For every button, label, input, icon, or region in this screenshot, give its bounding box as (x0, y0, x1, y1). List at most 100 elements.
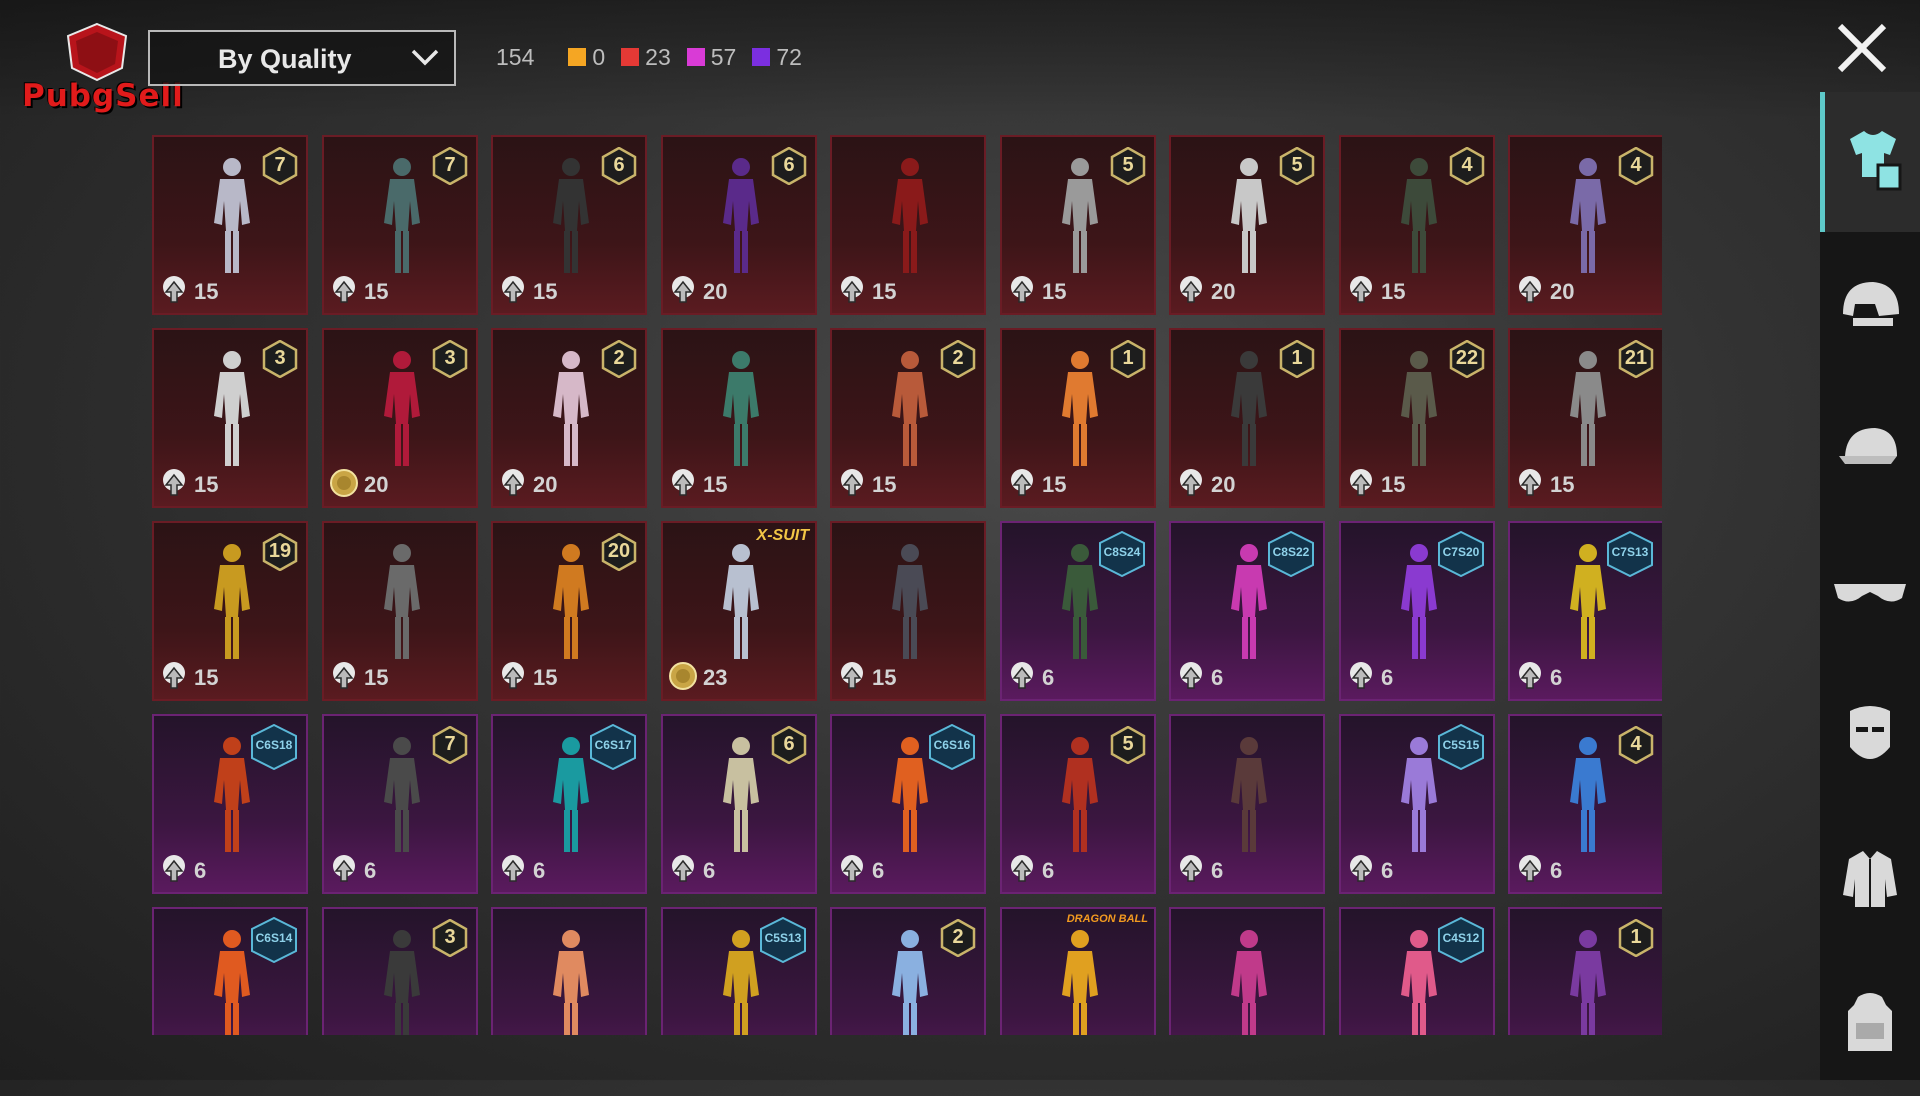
outfit-card[interactable]: 2 (830, 907, 986, 1035)
level-badge-text: 5 (1122, 154, 1134, 176)
outfit-card[interactable]: 15 (830, 135, 986, 315)
outfit-card[interactable]: C6S16 6 (830, 714, 986, 894)
sidebar-item-helmet[interactable] (1820, 236, 1920, 376)
outfit-card[interactable]: 5 15 (1000, 135, 1156, 315)
total-count: 154 (496, 43, 535, 70)
outfit-card[interactable]: 4 20 (1508, 135, 1662, 315)
level-badge: 6 (601, 146, 637, 186)
level-badge-text: 1 (1630, 926, 1642, 948)
coin-icon (667, 660, 699, 697)
upgrade-cost: 15 (158, 661, 218, 695)
sidebar-item-outfit[interactable] (1820, 92, 1920, 232)
rarity-count: 0 (568, 44, 605, 71)
upgrade-cost: 15 (328, 275, 388, 309)
outfit-card[interactable]: DRAGON BALL (1000, 907, 1156, 1035)
sidebar-item-backpack[interactable] (1820, 956, 1920, 1096)
sidebar-item-mask[interactable] (1820, 668, 1920, 808)
upgrade-cost: 6 (1345, 661, 1393, 695)
outfit-card[interactable]: 6 (1169, 714, 1325, 894)
outfit-card[interactable]: 22 15 (1339, 328, 1495, 508)
upgrade-cost: 20 (1175, 468, 1235, 502)
outfit-card[interactable]: 2 15 (830, 328, 986, 508)
outfit-card[interactable]: C7S13 6 (1508, 521, 1662, 701)
level-badge-text: 6 (783, 733, 795, 755)
upgrade-cost: 15 (158, 275, 218, 309)
level-badge-text: 3 (444, 347, 456, 369)
level-badge-text: 2 (613, 347, 625, 369)
outfit-card[interactable]: 76 (322, 714, 478, 894)
outfit-card[interactable]: 20 15 (491, 521, 647, 701)
sidebar-item-jacket[interactable] (1820, 812, 1920, 952)
close-icon[interactable] (1834, 20, 1890, 76)
outfit-card[interactable]: C5S13 (661, 907, 817, 1035)
upgrade-cost-value: 23 (703, 665, 728, 690)
level-badge-text: 7 (444, 154, 456, 176)
upgrade-material-icon (836, 274, 868, 311)
outfit-card[interactable]: 3 15 (152, 328, 308, 508)
season-badge-text: C5S13 (764, 931, 802, 945)
outfit-card[interactable]: 1 (1508, 907, 1662, 1035)
outfit-card[interactable]: 6 20 (661, 135, 817, 315)
level-badge: 4 (1449, 146, 1485, 186)
outfit-card[interactable]: 7 15 (322, 135, 478, 315)
outfit-card[interactable]: 4 15 (1339, 135, 1495, 315)
outfit-card[interactable]: 66 (661, 714, 817, 894)
rarity-counts: 154 0 23 57 72 (496, 42, 818, 72)
rarity-swatch (686, 48, 705, 66)
outfit-card[interactable]: C6S17 6 (491, 714, 647, 894)
outfit-card[interactable]: 5 20 (1169, 135, 1325, 315)
outfit-card[interactable]: C4S12 (1339, 907, 1495, 1035)
outfit-card[interactable]: C5S15 6 (1339, 714, 1495, 894)
outfit-card[interactable]: 6 15 (491, 135, 647, 315)
level-badge-text: 2 (952, 347, 964, 369)
outfit-card[interactable]: X-SUIT 23 (661, 521, 817, 701)
outfit-card[interactable]: C7S20 6 (1339, 521, 1495, 701)
outfit-card[interactable] (491, 907, 647, 1035)
outfit-card[interactable]: C8S24 6 (1000, 521, 1156, 701)
outfit-card[interactable]: 1 15 (1000, 328, 1156, 508)
upgrade-cost-value: 15 (533, 665, 558, 690)
outfit-card[interactable]: 19 15 (152, 521, 308, 701)
xsuit-badge: X-SUIT (756, 527, 809, 544)
outfit-card[interactable]: 7 15 (152, 135, 308, 315)
upgrade-cost: 20 (1175, 275, 1235, 309)
outfit-card[interactable]: C8S22 6 (1169, 521, 1325, 701)
level-badge: 5 (1110, 725, 1146, 765)
upgrade-cost-value: 15 (194, 472, 219, 497)
upgrade-cost-value: 6 (1042, 665, 1055, 690)
outfit-card[interactable]: 3 (322, 907, 478, 1035)
outfit-card[interactable]: 1 20 (1169, 328, 1325, 508)
level-badge: 1 (1110, 339, 1146, 379)
upgrade-cost: 15 (836, 661, 896, 695)
outfit-card[interactable]: 15 (322, 521, 478, 701)
upgrade-cost-value: 6 (1042, 858, 1055, 883)
outfit-card[interactable]: C6S14 (152, 907, 308, 1035)
sidebar-item-glasses[interactable] (1820, 524, 1920, 664)
outfit-card[interactable]: 15 (830, 521, 986, 701)
upgrade-material-icon (1006, 467, 1038, 504)
outfit-card[interactable]: 56 (1000, 714, 1156, 894)
outfit-card[interactable]: 15 (661, 328, 817, 508)
upgrade-material-icon (158, 467, 190, 504)
sidebar-item-cap[interactable] (1820, 380, 1920, 520)
season-badge-text: C7S20 (1442, 545, 1480, 559)
outfit-card[interactable]: 2 20 (491, 328, 647, 508)
outfit-card[interactable]: 21 15 (1508, 328, 1662, 508)
glasses-icon (1830, 572, 1910, 617)
season-badge-text: C6S18 (255, 738, 293, 752)
upgrade-material-icon (1345, 660, 1377, 697)
upgrade-cost-value: 6 (1211, 858, 1224, 883)
upgrade-cost: 15 (836, 275, 896, 309)
upgrade-cost: 15 (497, 661, 557, 695)
outfit-card[interactable]: 46 (1508, 714, 1662, 894)
season-badge: C5S15 (1437, 723, 1485, 771)
outfit-card[interactable]: C6S18 6 (152, 714, 308, 894)
upgrade-cost-value: 15 (364, 665, 389, 690)
sort-dropdown[interactable]: By Quality (148, 30, 456, 86)
outfit-card[interactable] (1169, 907, 1325, 1035)
upgrade-cost: 6 (836, 854, 884, 888)
season-badge-text: C6S14 (255, 931, 293, 945)
upgrade-cost: 20 (328, 468, 388, 502)
cap-icon (1835, 418, 1905, 483)
outfit-card[interactable]: 3 20 (322, 328, 478, 508)
